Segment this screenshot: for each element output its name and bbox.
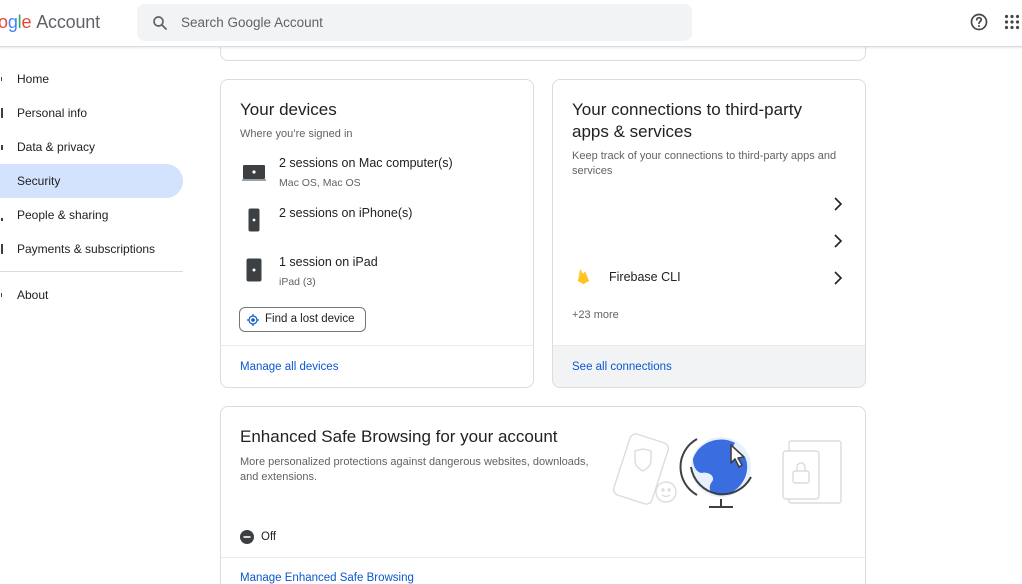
connection-name: Firebase CLI [609, 270, 681, 284]
people-sharing-icon [1, 218, 3, 221]
sidebar-item-security[interactable]: Security [0, 164, 183, 198]
search-bar[interactable]: Search Google Account [137, 4, 692, 41]
connections-card-title-line1: Your connections to third-party [572, 100, 802, 119]
locate-icon [247, 314, 259, 326]
safe-browsing-description-line1: More personalized protections against da… [240, 456, 589, 468]
sidebar-item-label: Home [17, 72, 50, 86]
see-all-connections-link[interactable]: See all connections [572, 361, 672, 373]
connection-row-1[interactable] [553, 188, 865, 218]
connection-row-firebase[interactable]: Firebase CLI [553, 262, 865, 292]
safe-browsing-card: Enhanced Safe Browsing for your account … [220, 406, 866, 584]
device-title-ipad[interactable]: 1 session on iPad [279, 255, 378, 269]
connections-description-line1: Keep track of your connections to third-… [572, 150, 837, 162]
connection-row-2[interactable] [553, 225, 865, 255]
chevron-right-icon [834, 234, 843, 248]
sidebar-item-home[interactable]: Home [0, 62, 183, 96]
devices-card: Your devices Where you’re signed in 2 se… [220, 79, 534, 388]
search-input[interactable]: Search Google Account [181, 15, 323, 30]
help-icon[interactable] [969, 12, 989, 32]
payments-icon [1, 244, 3, 254]
safe-browsing-description-line2: and extensions. [240, 471, 318, 483]
tablet-icon [246, 258, 262, 282]
find-lost-device-button[interactable]: Find a lost device [239, 307, 366, 332]
find-lost-device-label: Find a lost device [265, 313, 355, 325]
sidebar-nav: Home Personal info Data & privacy Securi… [0, 47, 200, 584]
google-account-logo[interactable]: ogle Account [0, 12, 100, 33]
sidebar-item-label: About [17, 288, 49, 302]
sidebar-divider [0, 271, 183, 272]
search-icon[interactable] [151, 14, 169, 32]
safe-browsing-status: Off [261, 531, 277, 543]
manage-all-devices-link[interactable]: Manage all devices [240, 361, 338, 373]
chevron-right-icon [834, 271, 843, 285]
safe-browsing-card-footer: Manage Enhanced Safe Browsing [221, 557, 865, 584]
devices-card-subtitle: Where you’re signed in [240, 128, 353, 140]
data-privacy-icon [1, 145, 3, 150]
device-detail-ipad: iPad (3) [279, 276, 316, 288]
connections-more: +23 more [572, 309, 619, 321]
connections-card-title-line2: apps & services [572, 122, 692, 141]
off-status-icon [240, 530, 254, 544]
chevron-right-icon [834, 197, 843, 211]
connections-card-footer: See all connections [553, 345, 865, 387]
sidebar-item-about[interactable]: About [0, 278, 183, 312]
apps-grid-icon[interactable] [1004, 14, 1020, 30]
device-title-mac[interactable]: 2 sessions on Mac computer(s) [279, 156, 453, 170]
sidebar-item-label: Payments & subscriptions [17, 242, 156, 256]
sidebar-item-personal-info[interactable]: Personal info [0, 96, 183, 130]
personal-info-icon [1, 108, 3, 118]
sidebar-item-payments[interactable]: Payments & subscriptions [0, 232, 183, 266]
laptop-icon [242, 165, 266, 181]
sidebar-item-people-sharing[interactable]: People & sharing [0, 198, 183, 232]
device-detail-mac: Mac OS, Mac OS [279, 177, 361, 189]
devices-card-footer: Manage all devices [221, 345, 533, 387]
sidebar-item-label: Security [17, 174, 61, 188]
sidebar-item-data-privacy[interactable]: Data & privacy [0, 130, 183, 164]
sidebar-item-label: Personal info [17, 106, 88, 120]
sidebar-item-label: People & sharing [17, 208, 109, 222]
safe-browsing-illustration [613, 433, 842, 508]
home-icon [1, 77, 2, 81]
connections-description-line2: services [572, 165, 613, 177]
about-icon [1, 293, 2, 297]
connections-card: Your connections to third-party apps & s… [552, 79, 866, 388]
sidebar-item-label: Data & privacy [17, 140, 96, 154]
phone-icon [248, 208, 260, 232]
account-word: Account [36, 12, 100, 32]
manage-safe-browsing-link[interactable]: Manage Enhanced Safe Browsing [240, 572, 414, 584]
top-app-bar: ogle Account Search Google Account [0, 0, 1022, 47]
devices-card-title: Your devices [240, 100, 337, 119]
safe-browsing-title: Enhanced Safe Browsing for your account [240, 427, 558, 446]
firebase-icon [578, 269, 589, 284]
google-logo-partial: ogle [0, 12, 32, 32]
device-title-iphone[interactable]: 2 sessions on iPhone(s) [279, 206, 412, 220]
